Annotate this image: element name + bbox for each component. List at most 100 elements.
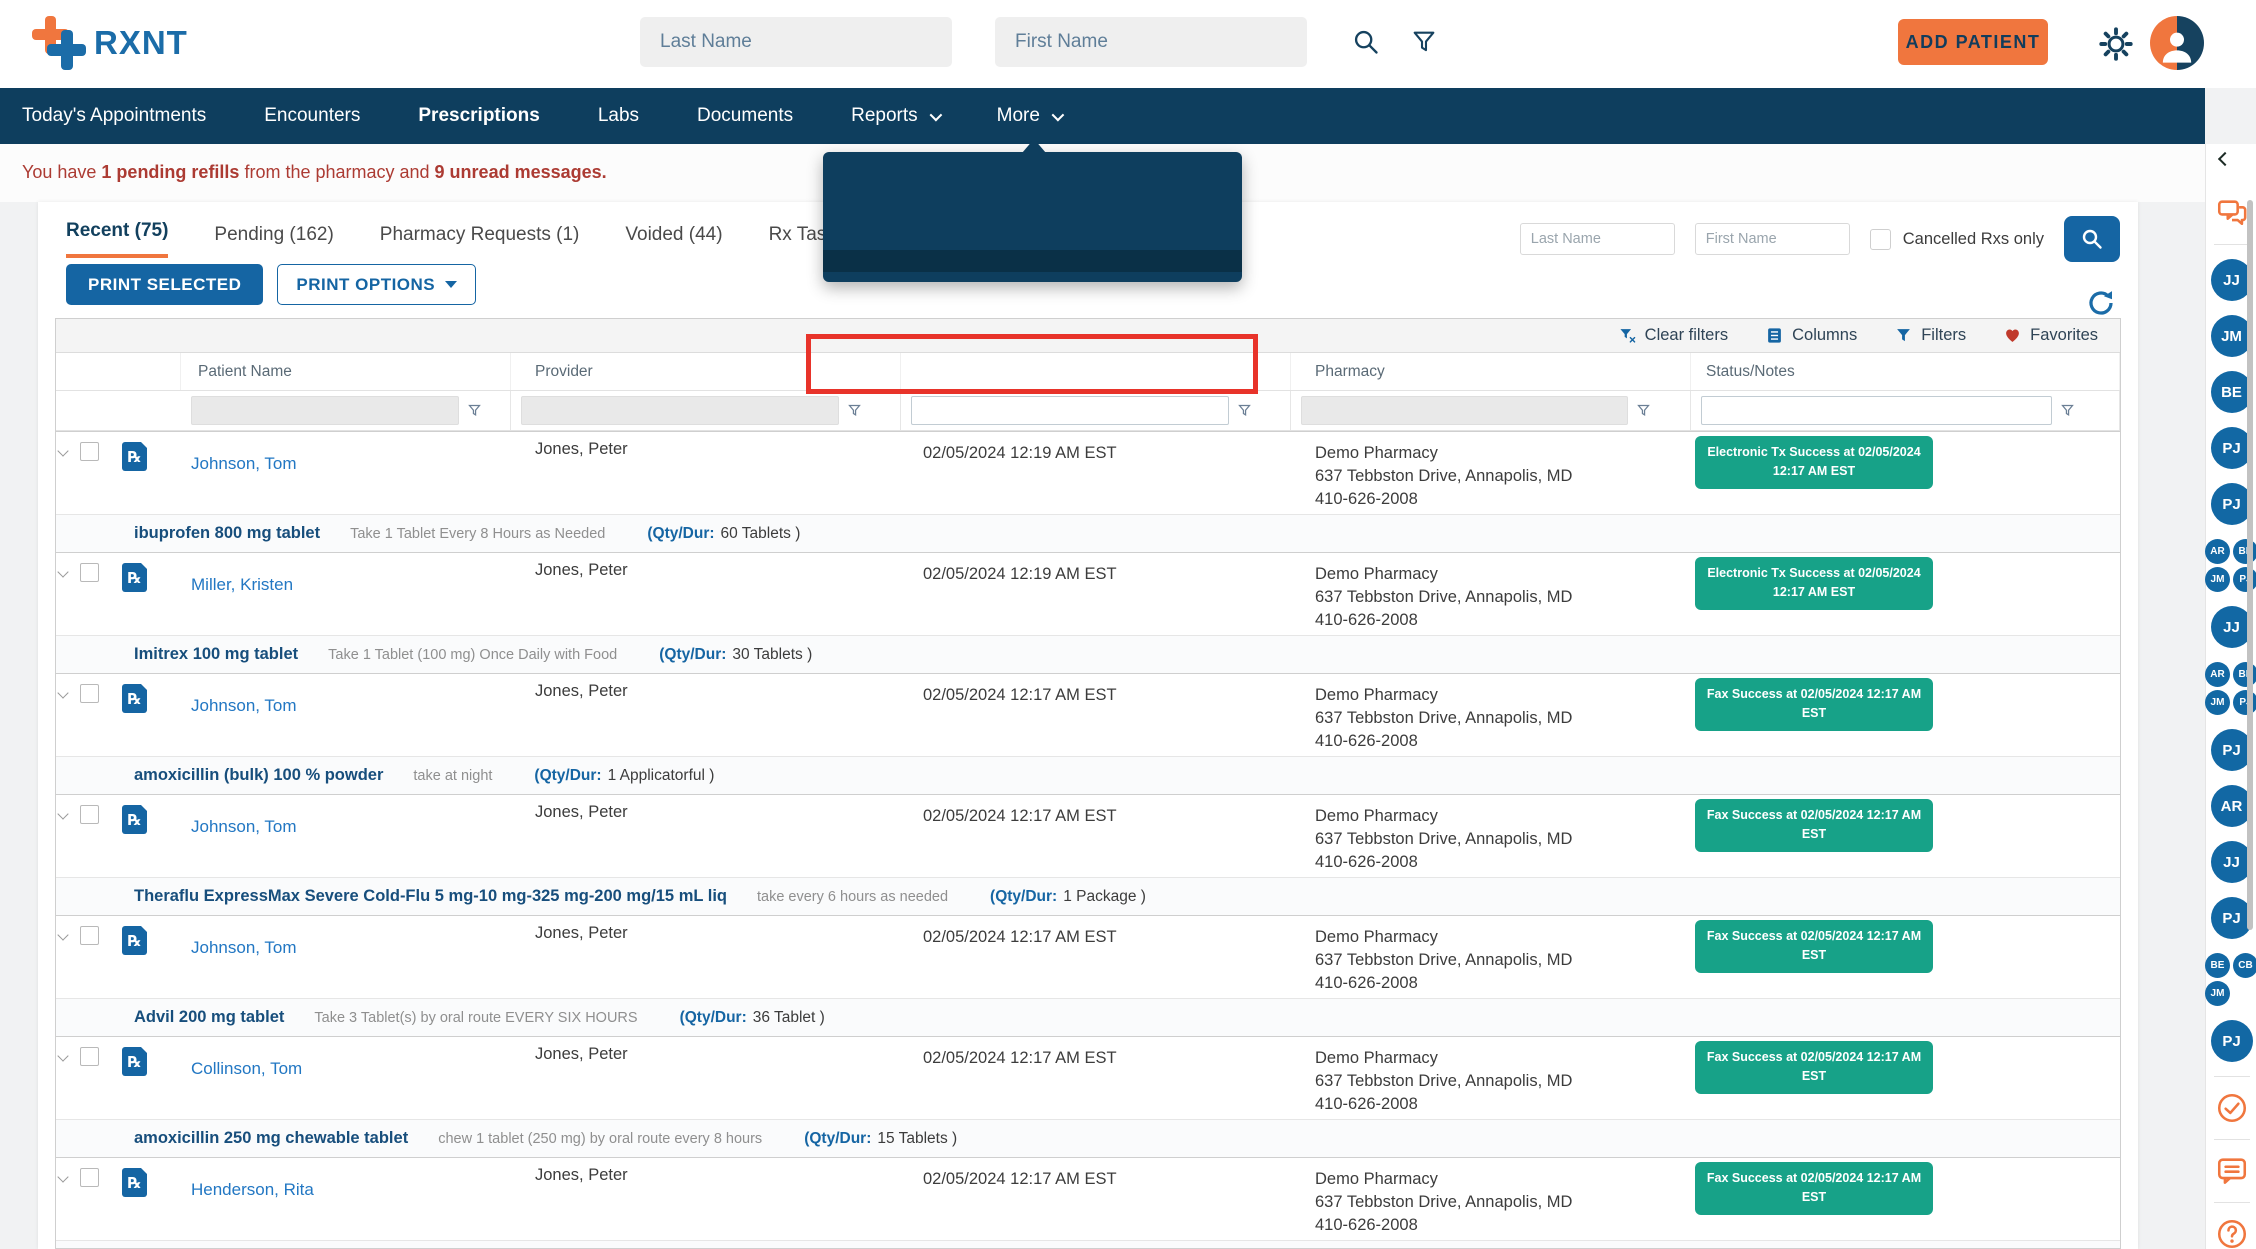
nav-item-more[interactable]: More [997,105,1061,127]
column-header-patient[interactable]: Patient Name [181,353,511,390]
favorites-button[interactable]: Favorites [2004,326,2098,345]
tab-voided-44-[interactable]: Voided (44) [625,224,722,258]
filter-first-name-input[interactable] [1695,223,1850,255]
avatar-cluster[interactable]: BECBJM [2205,953,2256,1006]
print-selected-button[interactable]: PRINT SELECTED [66,264,263,305]
filter-last-name-input[interactable] [1520,223,1675,255]
row-expand-chevron-icon[interactable] [57,929,68,940]
patient-name-link[interactable]: Collinson, Tom [191,1059,302,1078]
patient-name-link[interactable]: Johnson, Tom [191,817,297,836]
status-filter-input[interactable] [1701,396,2052,425]
reports-menu-item[interactable] [823,206,1242,228]
column-header-provider[interactable]: Provider [511,353,901,390]
column-header-status[interactable]: Status/Notes [1691,353,2120,390]
message-lines-icon[interactable] [2215,1154,2249,1188]
rx-document-icon[interactable]: ℞ [122,563,147,592]
columns-button[interactable]: Columns [1766,326,1857,345]
reports-menu-item[interactable] [823,250,1242,272]
user-avatar[interactable] [2150,16,2204,70]
drug-name: Advil 200 mg tablet [134,1008,284,1027]
scrollbar-thumb[interactable] [2247,200,2253,930]
column-header-controls [56,353,181,390]
pharmacy-address: 637 Tebbston Drive, Annapolis, MD [1315,586,1691,609]
prescriptions-table: Clear filters Columns Filters [55,318,2121,1249]
funnel-icon[interactable] [2060,403,2075,418]
reports-menu-item[interactable] [823,162,1242,184]
rx-document-icon[interactable]: ℞ [122,805,147,834]
funnel-icon[interactable] [467,403,482,418]
patient-name-link[interactable]: Henderson, Rita [191,1180,314,1199]
provider-filter-input[interactable] [521,396,839,425]
search-icon[interactable] [1352,28,1380,56]
nav-item-encounters[interactable]: Encounters [264,105,360,127]
collapse-sidebar-chevron-icon[interactable] [2218,152,2232,166]
patient-name-link[interactable]: Johnson, Tom [191,696,297,715]
row-expand-chevron-icon[interactable] [57,687,68,698]
row-expand-chevron-icon[interactable] [57,445,68,456]
help-circle-icon[interactable] [2215,1217,2249,1249]
check-circle-icon[interactable] [2215,1091,2249,1125]
gear-icon[interactable] [2098,26,2134,62]
row-expand-chevron-icon[interactable] [57,1171,68,1182]
global-first-name-input[interactable] [995,17,1307,67]
refresh-icon[interactable] [2086,288,2116,318]
reports-menu-item[interactable] [823,228,1242,250]
nav-item-label: Reports [851,105,918,127]
add-patient-button[interactable]: ADD PATIENT [1898,19,2048,65]
pharmacy-info: Demo Pharmacy 637 Tebbston Drive, Annapo… [1291,553,1691,635]
row-checkbox[interactable] [80,442,99,461]
reports-menu-item[interactable] [823,184,1242,206]
pharmacy-address: 637 Tebbston Drive, Annapolis, MD [1315,1070,1691,1093]
patient-filter-input[interactable] [191,396,459,425]
nav-item-documents[interactable]: Documents [697,105,793,127]
nav-item-reports[interactable]: Reports [851,105,939,127]
row-checkbox[interactable] [80,805,99,824]
nav-item-labs[interactable]: Labs [598,105,639,127]
rx-document-icon[interactable]: ℞ [122,1168,147,1197]
row-checkbox[interactable] [80,563,99,582]
tab-recent-75-[interactable]: Recent (75) [66,220,168,258]
rx-document-icon[interactable]: ℞ [122,684,147,713]
column-header-pharmacy[interactable]: Pharmacy [1291,353,1691,390]
table-row: ℞ Johnson, Tom Jones, Peter 02/05/2024 1… [56,795,2120,877]
pharmacy-name: Demo Pharmacy [1315,1168,1691,1191]
global-last-name-input[interactable] [640,17,952,67]
print-options-button[interactable]: PRINT OPTIONS [277,264,476,305]
funnel-icon[interactable] [847,403,862,418]
date-filter-input[interactable] [911,396,1229,425]
pharmacy-address: 637 Tebbston Drive, Annapolis, MD [1315,1191,1691,1214]
patient-name-link[interactable]: Miller, Kristen [191,575,293,594]
drug-name: amoxicillin 250 mg chewable tablet [134,1129,408,1148]
avatar-pj[interactable]: PJ [2211,1020,2253,1062]
row-checkbox[interactable] [80,1168,99,1187]
rx-document-icon[interactable]: ℞ [122,442,147,471]
row-expand-chevron-icon[interactable] [57,566,68,577]
filters-button[interactable]: Filters [1895,326,1966,345]
filter-search-button[interactable] [2064,216,2120,262]
row-expand-chevron-icon[interactable] [57,1050,68,1061]
nav-item-prescriptions[interactable]: Prescriptions [418,105,539,127]
drug-name: ibuprofen 800 mg tablet [134,524,320,543]
rx-document-icon[interactable]: ℞ [122,926,147,955]
patient-name-link[interactable]: Johnson, Tom [191,454,297,473]
row-checkbox[interactable] [80,926,99,945]
quick-filters: Cancelled Rxs only [1520,216,2120,262]
nav-item-today-s-appointments[interactable]: Today's Appointments [22,105,206,127]
filter-cell-patient [181,391,511,430]
clear-filters-button[interactable]: Clear filters [1619,326,1728,345]
row-checkbox[interactable] [80,1047,99,1066]
pharmacy-filter-input[interactable] [1301,396,1628,425]
column-header-date[interactable] [901,353,1291,390]
tab-pharmacy-requests-1-[interactable]: Pharmacy Requests (1) [380,224,580,258]
rx-document-icon[interactable]: ℞ [122,1047,147,1076]
funnel-icon[interactable] [1237,403,1252,418]
drug-detail-row: amoxicillin (bulk) 100 % powder take at … [56,756,2120,794]
funnel-icon[interactable] [1636,403,1651,418]
chat-bubbles-icon[interactable] [2215,196,2249,230]
patient-name-link[interactable]: Johnson, Tom [191,938,297,957]
filter-icon[interactable] [1410,28,1438,56]
row-expand-chevron-icon[interactable] [57,808,68,819]
row-checkbox[interactable] [80,684,99,703]
cancelled-rxs-checkbox[interactable] [1870,229,1891,250]
tab-pending-162-[interactable]: Pending (162) [214,224,333,258]
